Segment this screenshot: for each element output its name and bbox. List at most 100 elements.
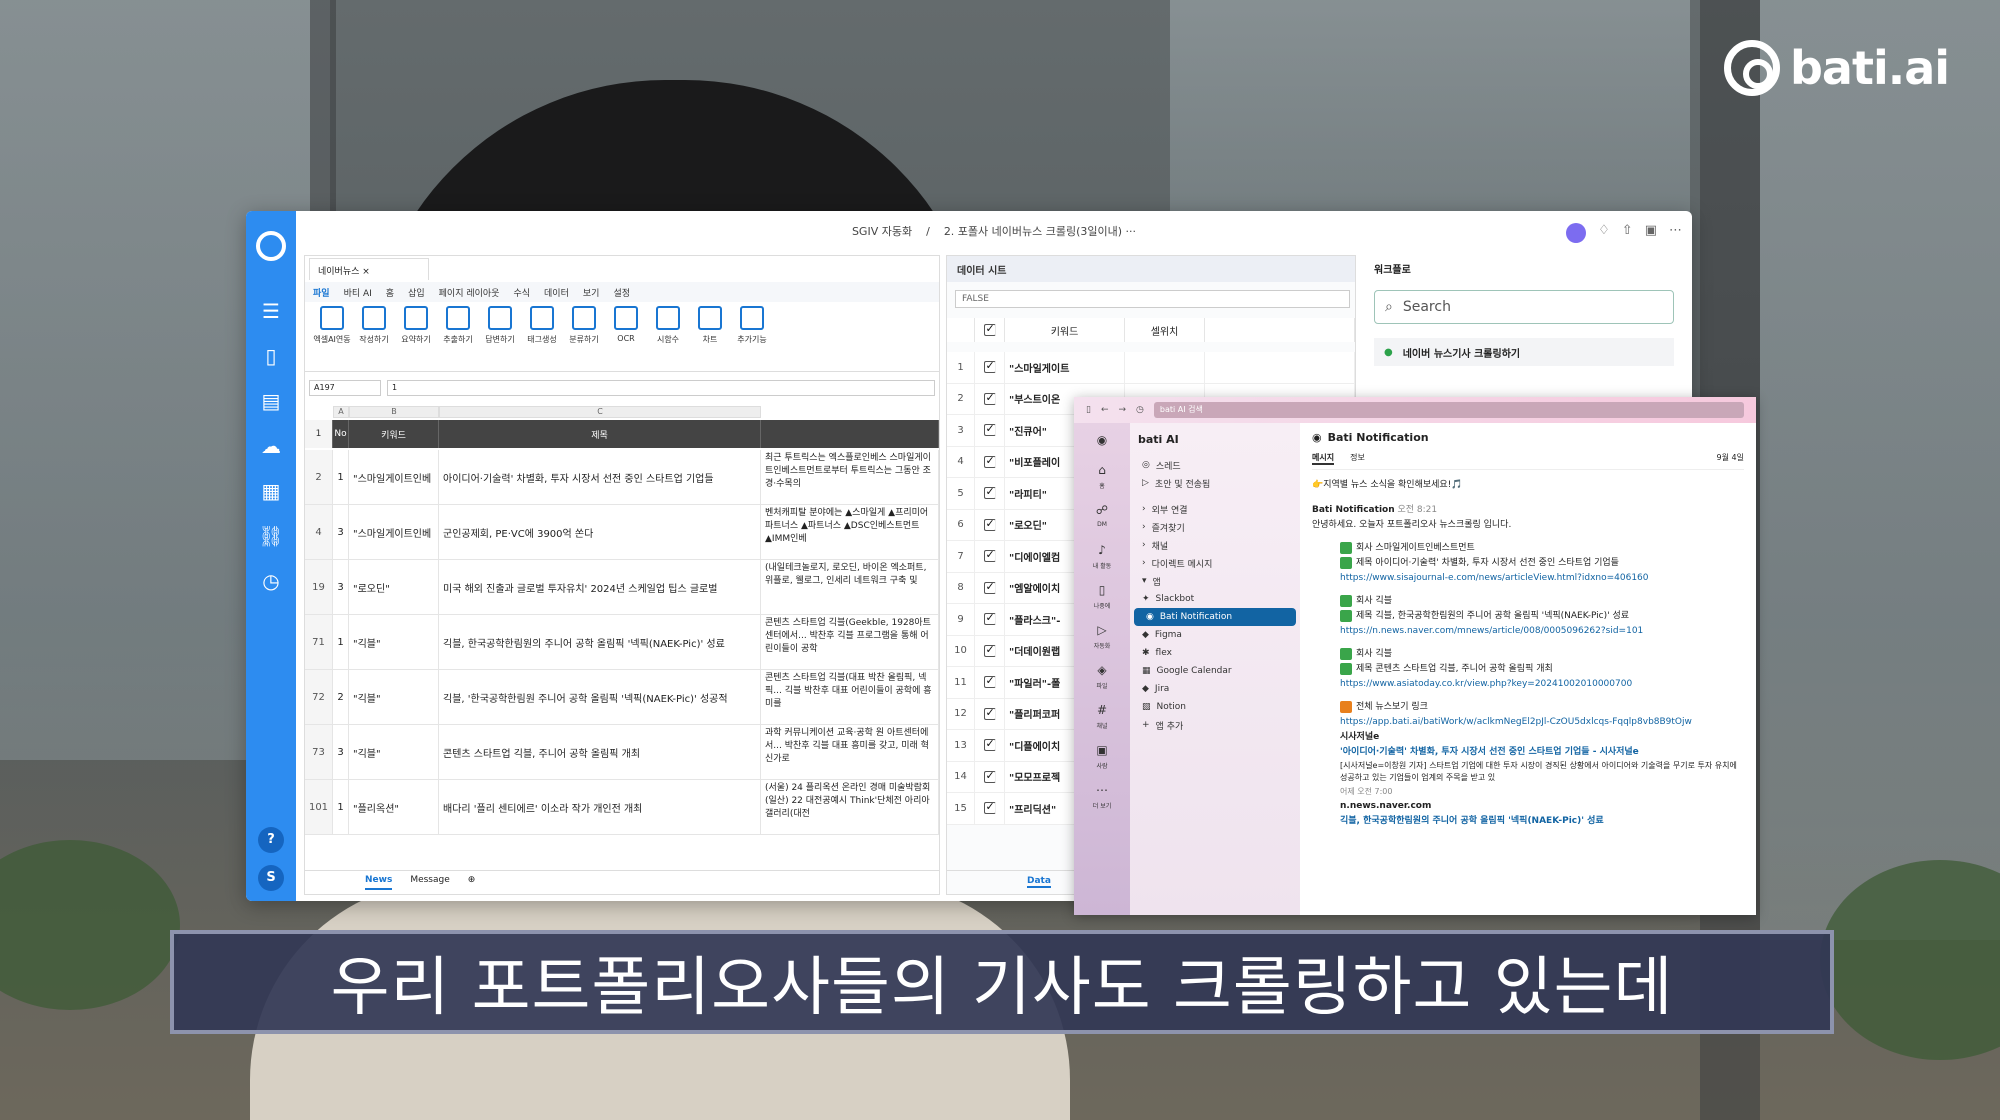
sender[interactable]: Bati Notification — [1312, 505, 1395, 515]
home-icon[interactable]: ⌂ — [1092, 463, 1112, 477]
sidebar-toggle-icon[interactable]: ▯ — [1086, 405, 1091, 415]
people-icon[interactable]: ▣ — [1092, 743, 1112, 757]
user-avatar-icon[interactable] — [1566, 223, 1587, 243]
sheet-tab-news[interactable]: News — [365, 875, 393, 890]
header-cell[interactable]: No — [333, 420, 349, 448]
back-icon[interactable]: ← — [1101, 405, 1109, 415]
ribbon-button[interactable]: 엑셀AI연동 — [311, 306, 353, 367]
ribbon-tab[interactable]: 파일 — [313, 286, 330, 299]
ribbon-button[interactable]: 답변하기 — [479, 306, 521, 367]
ribbon-button[interactable]: 분류하기 — [563, 306, 605, 367]
share-icon[interactable]: ⇧ — [1622, 223, 1633, 243]
ribbon-button[interactable]: 추출하기 — [437, 306, 479, 367]
row-checkbox[interactable] — [983, 454, 996, 468]
row-checkbox[interactable] — [983, 737, 996, 752]
cloud-icon[interactable]: ☁ — [256, 431, 286, 461]
ribbon-button[interactable]: OCR — [605, 306, 647, 367]
bell-icon[interactable]: ♢ — [1598, 223, 1610, 243]
slack-search[interactable]: bati AI 검색 — [1153, 402, 1744, 418]
app-item[interactable]: ▦ Google Calendar — [1130, 662, 1300, 680]
ribbon-tab[interactable]: 페이지 레이아웃 — [439, 286, 500, 299]
document-icon[interactable]: ▤ — [256, 386, 286, 416]
table-row[interactable]: 101 1 "플리옥션" 배다리 '플리 센티에르' 이소라 작가 개인전 개최 (서울… — [305, 780, 939, 835]
ribbon-tab[interactable]: 바티 AI — [344, 286, 372, 299]
app-item[interactable]: ✦ Slackbot — [1130, 590, 1300, 608]
nav-item[interactable]: ▷ 초안 및 전송됨 — [1130, 474, 1300, 492]
add-app-item[interactable]: + 앱 추가 — [1130, 716, 1300, 734]
news-link[interactable]: https://n.news.naver.com/mnews/article/0… — [1340, 624, 1744, 639]
table-row[interactable]: 19 3 "로오딘" 미국 해외 진출과 글로벌 투자유치' 2024년 스케일업 팁… — [305, 560, 939, 615]
row-checkbox[interactable] — [983, 391, 996, 405]
row-checkbox[interactable] — [983, 674, 996, 689]
data-tab[interactable]: Data — [1027, 876, 1051, 888]
ribbon-button[interactable]: 태그생성 — [521, 306, 563, 367]
page-title[interactable]: 2. 포폴사 네이버뉴스 크롤링(3일이내) ··· — [944, 223, 1136, 239]
select-all-checkbox[interactable] — [983, 322, 996, 336]
ribbon-tab[interactable]: 홈 — [386, 286, 394, 299]
link-icon[interactable]: ⛓ — [256, 521, 286, 551]
ribbon-button[interactable]: 요약하기 — [395, 306, 437, 367]
row-checkbox[interactable] — [983, 706, 996, 720]
help-button[interactable]: ? — [258, 827, 284, 853]
forward-icon[interactable]: → — [1119, 405, 1127, 415]
tab-messages[interactable]: 메시지 — [1312, 452, 1335, 465]
news-link[interactable]: https://www.sisajournal-e.com/news/artic… — [1340, 571, 1744, 586]
ribbon-tab[interactable]: 수식 — [513, 286, 530, 299]
sheet-tab-message[interactable]: Message — [410, 875, 449, 890]
app-logo-icon[interactable] — [256, 231, 286, 261]
data-row[interactable]: 1"스마일게이트 — [947, 352, 1355, 384]
header-cell[interactable]: 셀위치 — [1125, 318, 1205, 342]
user-avatar[interactable]: S — [258, 865, 284, 891]
file-icon[interactable]: ▯ — [256, 341, 286, 371]
workflow-item[interactable]: ● 네이버 뉴스기사 크롤링하기 — [1374, 338, 1674, 366]
full-news-link[interactable]: https://app.bati.ai/batiWork/w/aclkmNegE… — [1340, 715, 1744, 730]
app-item[interactable]: ◆ Jira — [1130, 680, 1300, 698]
cell-ref-input[interactable]: A197 — [309, 380, 381, 396]
nav-section[interactable]: › 다이렉트 메시지 — [1130, 554, 1300, 572]
row-checkbox[interactable] — [983, 548, 996, 563]
file-icon[interactable]: ◈ — [1092, 663, 1112, 677]
more-icon[interactable]: ⋯ — [1092, 783, 1112, 797]
preview-title[interactable]: 긱블, 한국공학한림원의 주니어 공학 올림픽 '넥픽(NAEK-Pic)' 성… — [1340, 814, 1744, 829]
column-header[interactable]: A — [333, 406, 349, 418]
ribbon-button[interactable]: 작성하기 — [353, 306, 395, 367]
formula-input[interactable]: 1 — [387, 380, 935, 396]
layout-icon[interactable]: ▣ — [1645, 223, 1657, 243]
table-row[interactable]: 71 1 "긱블" 긱블, 한국공학한림원의 주니어 공학 올림픽 '넥픽(NAEK-… — [305, 615, 939, 670]
channel-icon[interactable]: # — [1092, 703, 1112, 717]
ribbon-tab[interactable]: 설정 — [613, 286, 630, 299]
table-row[interactable]: 73 3 "긱블" 콘텐츠 스타트업 긱블, 주니어 공학 올림픽 개최 과학 커뮤니케… — [305, 725, 939, 780]
ribbon-button[interactable]: 시함수 — [647, 306, 689, 367]
app-item[interactable]: ◆ Figma — [1130, 626, 1300, 644]
header-cell[interactable]: 키워드 — [1005, 318, 1125, 342]
nav-section[interactable]: › 채널 — [1130, 536, 1300, 554]
ribbon-tab[interactable]: 데이터 — [544, 286, 569, 299]
table-row[interactable]: 4 3 "스마일게이트인베 군인공제회, PE·VC에 3900억 쏜다 벤처캐피탈 분… — [305, 505, 939, 560]
column-header[interactable]: B — [349, 406, 439, 418]
table-row[interactable]: 2 1 "스마일게이트인베 아이디어·기술력' 차별화, 투자 시장서 선전 중인 스… — [305, 450, 939, 505]
header-cell[interactable]: 제목 — [439, 420, 761, 448]
dm-icon[interactable]: ☍ — [1092, 503, 1112, 517]
nav-section[interactable]: › 외부 연결 — [1130, 500, 1300, 518]
workspace-name[interactable]: SGIV 자동화 — [852, 223, 912, 239]
ribbon-button[interactable]: 추가기능 — [731, 306, 773, 367]
app-item[interactable]: ✱ flex — [1130, 644, 1300, 662]
row-checkbox[interactable] — [983, 517, 996, 531]
clock-icon[interactable]: ◷ — [256, 566, 286, 596]
table-row[interactable]: 72 2 "긱블" 긱블, '한국공학한림원 주니어 공학 올림픽 '넥픽(NAEK-… — [305, 670, 939, 725]
preview-title[interactable]: '아이디어·기술력' 차별화, 투자 시장서 선전 중인 스타트업 기업들 - … — [1340, 745, 1744, 760]
row-checkbox[interactable] — [983, 643, 996, 657]
more-icon[interactable]: ⋯ — [1669, 223, 1682, 243]
row-checkbox[interactable] — [983, 359, 996, 374]
ribbon-tab[interactable]: 삽입 — [408, 286, 425, 299]
ribbon-button[interactable]: 차트 — [689, 306, 731, 367]
row-checkbox[interactable] — [983, 611, 996, 626]
row-checkbox[interactable] — [983, 800, 996, 815]
nav-item[interactable]: ◎ 스레드 — [1130, 456, 1300, 474]
news-link[interactable]: https://www.asiatoday.co.kr/view.php?key… — [1340, 677, 1744, 692]
app-item[interactable]: ◉ Bati Notification — [1134, 608, 1296, 626]
nav-section[interactable]: › 즐겨찾기 — [1130, 518, 1300, 536]
workspace-name[interactable]: bati AI — [1130, 423, 1300, 456]
workspace-icon[interactable]: ◉ — [1092, 433, 1112, 447]
history-icon[interactable]: ◷ — [1136, 405, 1144, 415]
